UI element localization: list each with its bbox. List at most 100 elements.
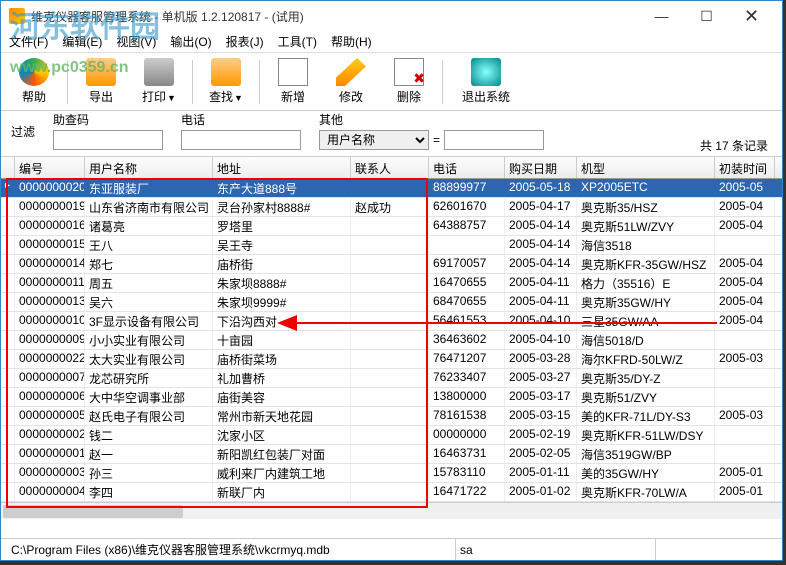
cell-model: 海信3518	[577, 236, 715, 254]
main-window: 维克仪器客服管理系统 - 单机版 1.2.120817 - (试用) — ☐ ✕…	[0, 0, 783, 561]
menu-edit[interactable]: 编辑(E)	[62, 33, 102, 50]
cell-addr: 灵台孙家村8888#	[213, 198, 351, 216]
cell-date: 2005-03-27	[505, 369, 577, 387]
cell-inst: 2005-03	[715, 350, 775, 368]
delete-icon	[394, 58, 424, 86]
cell-contact	[351, 369, 429, 387]
table-row[interactable]: 0000000015王八吴王寺2005-04-14海信3518	[1, 236, 782, 255]
cell-tel: 64388757	[429, 217, 505, 235]
table-row[interactable]: 0000000001赵一新阳凯红包装厂对面164637312005-02-05海…	[1, 445, 782, 464]
cell-tel: 76233407	[429, 369, 505, 387]
exit-button[interactable]: 退出系统	[451, 58, 521, 105]
table-row[interactable]: 0000000006大中华空调事业部庙街美容138000002005-03-17…	[1, 388, 782, 407]
close-button[interactable]: ✕	[729, 2, 774, 30]
table-row[interactable]: 0000000009小小实业有限公司十亩园364636022005-04-10海…	[1, 331, 782, 350]
menu-tools[interactable]: 工具(T)	[278, 33, 317, 50]
cell-inst: 2005-04	[715, 198, 775, 216]
cell-date: 2005-02-05	[505, 445, 577, 463]
cell-date: 2005-04-17	[505, 198, 577, 216]
equals-label: =	[433, 133, 440, 147]
cell-tel: 88899977	[429, 179, 505, 197]
delete-button[interactable]: 删除	[384, 58, 434, 105]
table-row[interactable]: 0000000002钱二沈家小区000000002005-02-19奥克斯KFR…	[1, 426, 782, 445]
table-row[interactable]: 0000000005赵氏电子有限公司常州市新天地花园781615382005-0…	[1, 407, 782, 426]
export-button[interactable]: 导出	[76, 58, 126, 105]
cell-date: 2005-04-14	[505, 255, 577, 273]
filter-other-select[interactable]: 用户名称	[319, 130, 429, 150]
grid-header: 编号 用户名称 地址 联系人 电话 购买日期 机型 初装时间	[1, 157, 782, 179]
menu-report[interactable]: 报表(J)	[226, 33, 264, 50]
col-name[interactable]: 用户名称	[85, 157, 213, 178]
print-icon	[144, 58, 174, 86]
cell-name: 龙芯研究所	[85, 369, 213, 387]
table-row[interactable]: 0000000011周五朱家坝8888#164706552005-04-11格力…	[1, 274, 782, 293]
table-row[interactable]: 0000000004李四新联厂内164717222005-01-02奥克斯KFR…	[1, 483, 782, 502]
cell-id: 0000000020	[15, 179, 85, 197]
menubar: 文件(F) 编辑(E) 视图(V) 输出(O) 报表(J) 工具(T) 帮助(H…	[1, 31, 782, 53]
cell-addr: 威利来厂内建筑工地	[213, 464, 351, 482]
filter-phone-input[interactable]	[181, 130, 301, 150]
filter-bar: 过滤 助查码 电话 其他 用户名称 =	[1, 111, 782, 157]
cell-tel: 78161538	[429, 407, 505, 425]
cell-id: 0000000009	[15, 331, 85, 349]
col-date[interactable]: 购买日期	[505, 157, 577, 178]
cell-model: 奥克斯KFR-51LW/DSY	[577, 426, 715, 444]
table-row[interactable]: 0000000016诸葛亮罗塔里643887572005-04-14奥克斯51L…	[1, 217, 782, 236]
horizontal-scrollbar[interactable]	[1, 502, 782, 519]
cell-contact	[351, 217, 429, 235]
filter-code-input[interactable]	[53, 130, 163, 150]
cell-contact	[351, 179, 429, 197]
add-button[interactable]: 新增	[268, 58, 318, 105]
cell-addr: 沈家小区	[213, 426, 351, 444]
chevron-down-icon: ▼	[167, 93, 176, 103]
filter-other-input[interactable]	[444, 130, 544, 150]
cell-id: 0000000003	[15, 464, 85, 482]
cell-date: 2005-04-14	[505, 236, 577, 254]
minimize-button[interactable]: —	[639, 2, 684, 30]
data-grid: 编号 用户名称 地址 联系人 电话 购买日期 机型 初装时间 ▸00000000…	[1, 157, 782, 538]
table-row[interactable]: 00000000103F显示设备有限公司下沿沟西对564615532005-04…	[1, 312, 782, 331]
table-row[interactable]: 0000000007龙芯研究所礼加曹桥762334072005-03-27奥克斯…	[1, 369, 782, 388]
grid-body: ▸0000000020东亚服装厂东产大道888号888999772005-05-…	[1, 179, 782, 502]
menu-help[interactable]: 帮助(H)	[331, 33, 372, 50]
cell-name: 周五	[85, 274, 213, 292]
print-button[interactable]: 打印▼	[134, 58, 184, 105]
cell-id: 0000000001	[15, 445, 85, 463]
cell-name: 山东省济南市有限公司	[85, 198, 213, 216]
cell-contact	[351, 255, 429, 273]
table-row[interactable]: 0000000014郑七庙桥街691700572005-04-14奥克斯KFR-…	[1, 255, 782, 274]
menu-file[interactable]: 文件(F)	[9, 33, 48, 50]
cell-tel: 15783110	[429, 464, 505, 482]
table-row[interactable]: 0000000022太大实业有限公司庙桥街菜场764712072005-03-2…	[1, 350, 782, 369]
cell-contact	[351, 350, 429, 368]
col-id[interactable]: 编号	[15, 157, 85, 178]
cell-name: 吴六	[85, 293, 213, 311]
col-tel[interactable]: 电话	[429, 157, 505, 178]
maximize-button[interactable]: ☐	[684, 2, 729, 30]
table-row[interactable]: ▸0000000020东亚服装厂东产大道888号888999772005-05-…	[1, 179, 782, 198]
cell-name: 诸葛亮	[85, 217, 213, 235]
cell-addr: 礼加曹桥	[213, 369, 351, 387]
help-button[interactable]: 帮助	[9, 58, 59, 105]
scrollbar-thumb[interactable]	[3, 505, 183, 518]
cell-contact: 赵成功	[351, 198, 429, 216]
cell-contact	[351, 312, 429, 330]
menu-output[interactable]: 输出(O)	[170, 33, 211, 50]
filter-code-label: 助查码	[53, 111, 163, 128]
cell-tel: 62601670	[429, 198, 505, 216]
col-inst[interactable]: 初装时间	[715, 157, 775, 178]
col-addr[interactable]: 地址	[213, 157, 351, 178]
cell-id: 0000000005	[15, 407, 85, 425]
search-button[interactable]: 查找▼	[201, 58, 251, 105]
export-icon	[86, 58, 116, 86]
table-row[interactable]: 0000000003孙三威利来厂内建筑工地157831102005-01-11美…	[1, 464, 782, 483]
edit-button[interactable]: 修改	[326, 58, 376, 105]
col-contact[interactable]: 联系人	[351, 157, 429, 178]
cell-id: 0000000006	[15, 388, 85, 406]
edit-icon	[336, 58, 366, 86]
cell-date: 2005-03-17	[505, 388, 577, 406]
table-row[interactable]: 0000000013吴六朱家坝9999#684706552005-04-11奥克…	[1, 293, 782, 312]
menu-view[interactable]: 视图(V)	[116, 33, 156, 50]
col-model[interactable]: 机型	[577, 157, 715, 178]
table-row[interactable]: 0000000019山东省济南市有限公司灵台孙家村8888#赵成功6260167…	[1, 198, 782, 217]
